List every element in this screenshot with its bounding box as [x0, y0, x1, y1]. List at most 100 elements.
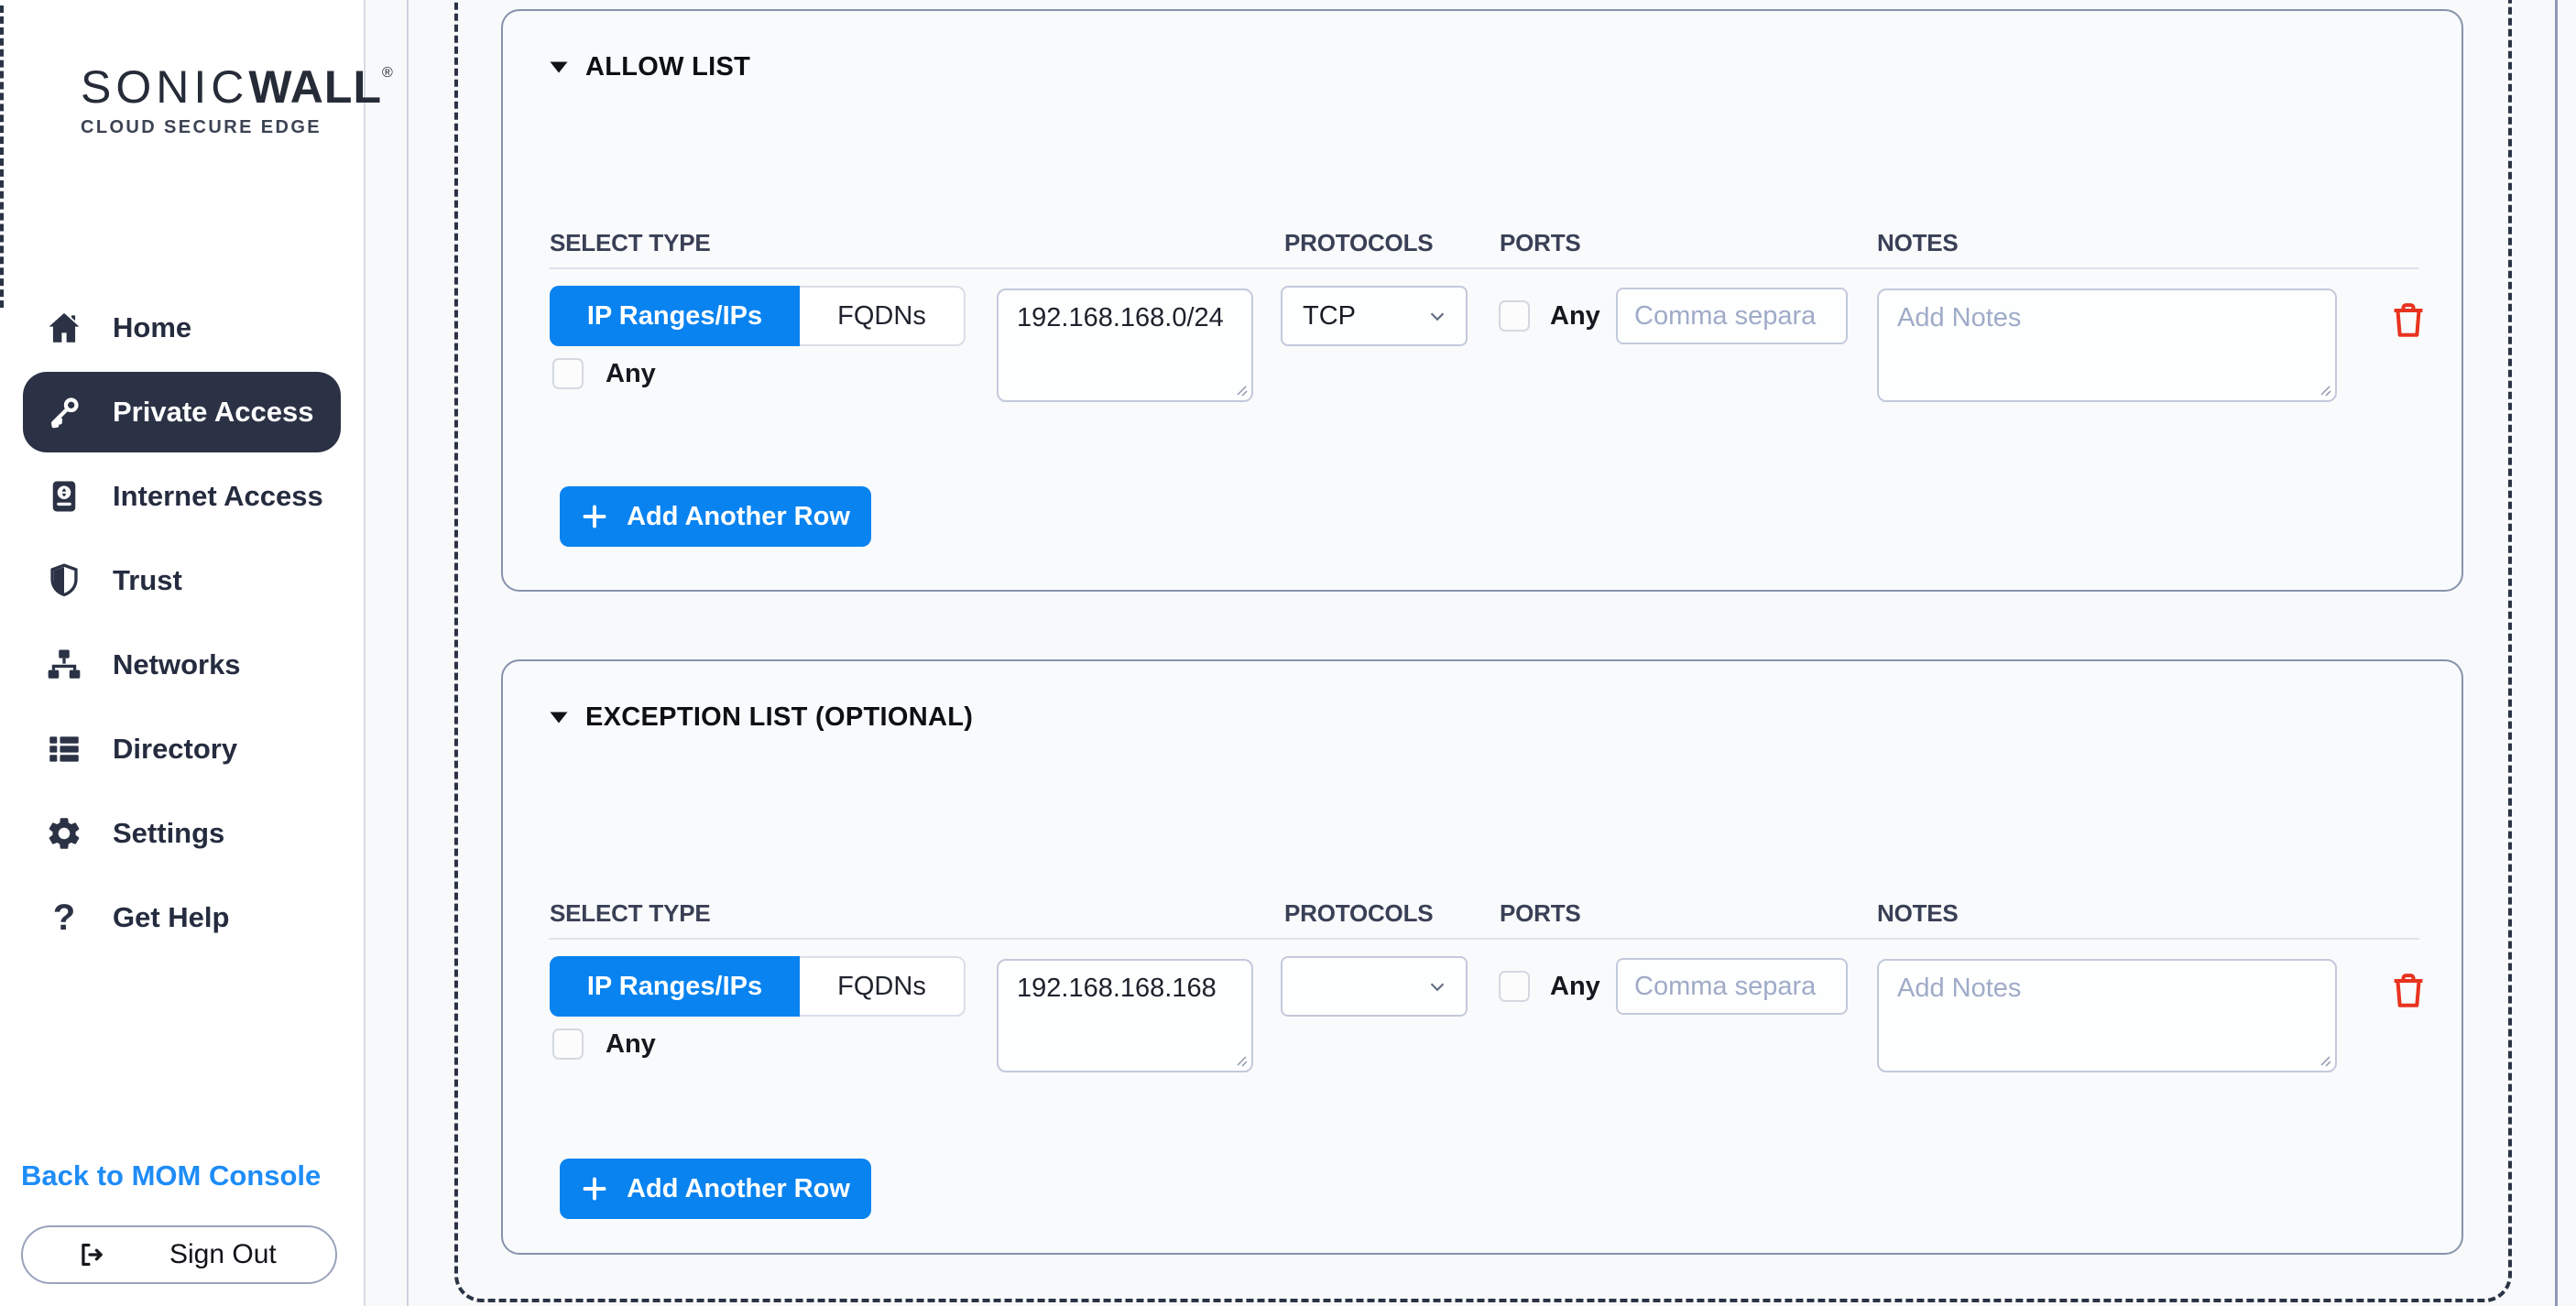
- trash-icon: [2388, 969, 2429, 1013]
- column-header-notes: NOTES: [1877, 899, 1959, 928]
- allow-list-row: IP Ranges/IPs FQDNs Any 192.168.168.0/24…: [549, 286, 2419, 482]
- passport-globe-icon: [44, 476, 84, 517]
- toggle-ip-ranges[interactable]: IP Ranges/IPs: [550, 286, 800, 346]
- type-toggle: IP Ranges/IPs FQDNs: [550, 956, 966, 1017]
- sidebar-item-label: Trust: [113, 564, 182, 597]
- resize-handle-icon[interactable]: [1236, 1055, 1248, 1067]
- add-row-label: Add Another Row: [627, 502, 850, 532]
- sidebar-item-home[interactable]: Home: [23, 288, 341, 368]
- ports-input[interactable]: [1616, 288, 1848, 344]
- sign-out-icon: [76, 1239, 107, 1270]
- delete-row-button[interactable]: [2388, 969, 2429, 1013]
- gear-icon: [44, 813, 84, 854]
- notes-textarea[interactable]: [1877, 288, 2337, 402]
- ip-range-textarea[interactable]: 192.168.168.168: [997, 959, 1253, 1072]
- logo-wordmark: SONICWALL®: [81, 60, 393, 114]
- column-header-notes: NOTES: [1877, 229, 1959, 257]
- sidebar-item-label: Directory: [113, 733, 237, 766]
- ports-any-checkbox[interactable]: [1499, 971, 1530, 1002]
- key-icon: [44, 392, 84, 432]
- notes-textarea[interactable]: [1877, 959, 2337, 1072]
- ports-input[interactable]: [1616, 958, 1848, 1015]
- delete-row-button[interactable]: [2388, 299, 2429, 343]
- sidebar-item-label: Settings: [113, 817, 224, 850]
- header-divider: [549, 267, 2419, 269]
- sidebar-item-internet-access[interactable]: Internet Access: [23, 456, 341, 537]
- back-to-mom-console-link[interactable]: Back to MOM Console: [21, 1159, 321, 1192]
- sidebar-item-directory[interactable]: Directory: [23, 709, 341, 789]
- toggle-fqdns[interactable]: FQDNs: [800, 956, 966, 1017]
- protocol-select[interactable]: [1281, 956, 1468, 1017]
- sidebar-item-label: Private Access: [113, 396, 313, 429]
- toggle-ip-ranges[interactable]: IP Ranges/IPs: [550, 956, 800, 1017]
- ip-range-textarea[interactable]: 192.168.168.0/24: [997, 288, 1253, 402]
- add-another-row-button[interactable]: Add Another Row: [560, 486, 871, 547]
- sidebar-item-label: Internet Access: [113, 480, 323, 513]
- ip-range-field-wrap: 192.168.168.168: [997, 959, 1253, 1072]
- resize-handle-icon[interactable]: [2319, 1055, 2331, 1067]
- sidebar: SONICWALL® CLOUD SECURE EDGE Home Privat…: [0, 0, 366, 1306]
- any-checkbox[interactable]: [552, 1028, 584, 1060]
- type-any-option: Any: [552, 358, 656, 389]
- type-any-option: Any: [552, 1028, 656, 1060]
- exception-list-panel: EXCEPTION LIST (OPTIONAL) SELECT TYPE PR…: [501, 659, 2463, 1255]
- ip-range-field-wrap: 192.168.168.0/24: [997, 288, 1253, 402]
- caret-down-icon: [549, 711, 569, 724]
- exception-list-row: IP Ranges/IPs FQDNs Any 192.168.168.168 …: [549, 956, 2419, 1152]
- chevron-down-icon: [1425, 974, 1449, 998]
- notes-field-wrap: [1877, 288, 2337, 402]
- resize-handle-icon[interactable]: [1236, 385, 1248, 397]
- sidebar-nav: Home Private Access Internet Access Trus…: [23, 288, 341, 962]
- ports-any-checkbox[interactable]: [1499, 300, 1530, 332]
- network-icon: [44, 645, 84, 685]
- any-label: Any: [606, 1029, 656, 1060]
- sidebar-item-label: Home: [113, 311, 191, 344]
- column-header-protocols: PROTOCOLS: [1284, 899, 1433, 928]
- sidebar-item-get-help[interactable]: ? Get Help: [23, 877, 341, 958]
- list-icon: [44, 729, 84, 769]
- content-gutter-divider: [407, 0, 409, 1306]
- sidebar-item-networks[interactable]: Networks: [23, 625, 341, 705]
- column-header-ports: PORTS: [1500, 229, 1581, 257]
- sidebar-item-settings[interactable]: Settings: [23, 793, 341, 874]
- column-headers: SELECT TYPE PROTOCOLS PORTS NOTES: [549, 229, 2419, 266]
- ports-any-option: Any: [1499, 971, 1600, 1002]
- sidebar-item-private-access[interactable]: Private Access: [23, 372, 341, 452]
- allow-list-header[interactable]: ALLOW LIST: [549, 52, 750, 82]
- trash-icon: [2388, 299, 2429, 343]
- shield-icon: [44, 560, 84, 601]
- allow-list-panel: ALLOW LIST SELECT TYPE PROTOCOLS PORTS N…: [501, 9, 2463, 592]
- resize-handle-icon[interactable]: [2319, 385, 2331, 397]
- sonicwall-logo: SONICWALL® CLOUD SECURE EDGE: [81, 60, 393, 138]
- panel-title: ALLOW LIST: [585, 52, 750, 82]
- header-divider: [549, 938, 2419, 940]
- logo-tagline: CLOUD SECURE EDGE: [81, 117, 393, 138]
- right-edge-divider: [2555, 0, 2558, 1306]
- protocol-value: TCP: [1303, 301, 1356, 332]
- column-header-ports: PORTS: [1500, 899, 1581, 928]
- plus-icon: [581, 1175, 608, 1203]
- sidebar-item-label: Networks: [113, 648, 241, 681]
- panel-title: EXCEPTION LIST (OPTIONAL): [585, 702, 973, 733]
- type-toggle: IP Ranges/IPs FQDNs: [550, 286, 966, 346]
- protocol-select[interactable]: TCP: [1281, 286, 1468, 346]
- column-headers: SELECT TYPE PROTOCOLS PORTS NOTES: [549, 899, 2419, 936]
- ports-any-label: Any: [1550, 972, 1600, 1002]
- sidebar-item-label: Get Help: [113, 901, 229, 934]
- column-header-select-type: SELECT TYPE: [550, 899, 711, 928]
- any-label: Any: [606, 359, 656, 389]
- notes-field-wrap: [1877, 959, 2337, 1072]
- exception-list-header[interactable]: EXCEPTION LIST (OPTIONAL): [549, 702, 973, 733]
- sidebar-item-trust[interactable]: Trust: [23, 540, 341, 621]
- home-icon: [44, 308, 84, 348]
- question-icon: ?: [44, 898, 84, 938]
- add-row-label: Add Another Row: [627, 1174, 850, 1204]
- toggle-fqdns[interactable]: FQDNs: [800, 286, 966, 346]
- sign-out-label: Sign Out: [169, 1239, 277, 1270]
- sign-out-button[interactable]: Sign Out: [21, 1225, 337, 1284]
- any-checkbox[interactable]: [552, 358, 584, 389]
- ports-any-option: Any: [1499, 300, 1600, 332]
- column-header-select-type: SELECT TYPE: [550, 229, 711, 257]
- column-header-protocols: PROTOCOLS: [1284, 229, 1433, 257]
- add-another-row-button[interactable]: Add Another Row: [560, 1159, 871, 1219]
